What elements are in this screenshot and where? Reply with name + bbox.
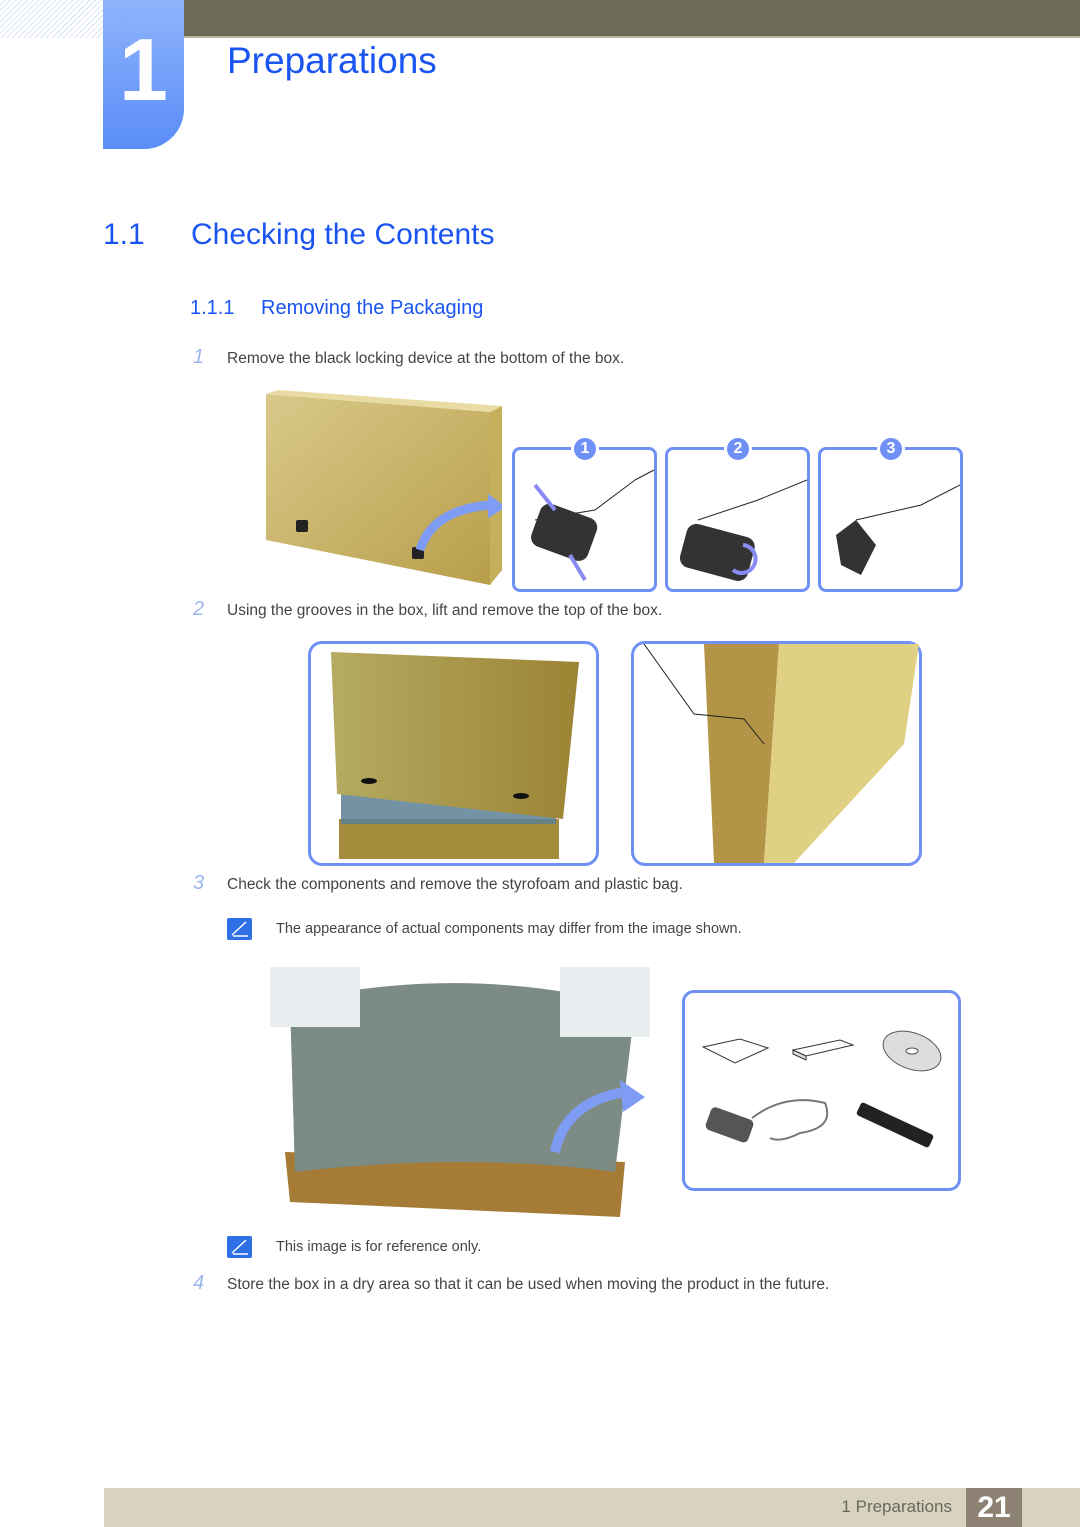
step-text: Using the grooves in the box, lift and r…: [227, 602, 663, 619]
remote-control-icon: [856, 1102, 934, 1148]
lift-box-side-panel: [631, 641, 922, 866]
chapter-title: Preparations: [227, 40, 437, 81]
step-badge-1: 1: [571, 435, 599, 463]
decorative-hatch: [0, 0, 103, 38]
step-2: 2 Using the grooves in the box, lift and …: [193, 598, 662, 621]
step-3: 3 Check the components and remove the sty…: [193, 872, 683, 895]
step-number: 2: [193, 598, 205, 620]
section-number: 1.1: [103, 218, 145, 251]
note-pencil-icon: [227, 1236, 252, 1258]
page-number: 21: [966, 1488, 1022, 1527]
step-1: 1 Remove the black locking device at the …: [193, 346, 624, 369]
step-number: 1: [193, 346, 205, 368]
components-panel: [682, 990, 961, 1191]
lift-box-front-panel: [308, 641, 599, 866]
step-text: Check the components and remove the styr…: [227, 876, 683, 893]
section-heading: 1.1 Checking the Contents: [103, 218, 495, 252]
note-text: This image is for reference only.: [276, 1238, 482, 1255]
note-pencil-icon: [227, 918, 252, 940]
step-number: 3: [193, 872, 205, 894]
subsection-number: 1.1.1: [190, 297, 235, 319]
step-text: Remove the black locking device at the b…: [227, 350, 625, 367]
step1-panel-3: [818, 447, 963, 592]
footer-bar: 1 Preparations: [104, 1488, 1080, 1527]
manual-icon: [701, 1038, 770, 1064]
step1-panel-2: [665, 447, 810, 592]
step-badge-3: 3: [877, 435, 905, 463]
step-number: 4: [193, 1272, 205, 1294]
note-text: The appearance of actual components may …: [276, 920, 742, 937]
subsection-title: Removing the Packaging: [261, 297, 484, 319]
subsection-heading: 1.1.1 Removing the Packaging: [190, 297, 483, 320]
cd-icon: [882, 1030, 942, 1072]
step-badge-2: 2: [724, 435, 752, 463]
note-1: The appearance of actual components may …: [227, 918, 742, 940]
power-adapter-icon: [705, 1099, 829, 1143]
monitor-in-packaging-illustration: [265, 962, 655, 1220]
section-title: Checking the Contents: [191, 218, 495, 251]
step-text: Store the box in a dry area so that it c…: [227, 1276, 830, 1293]
warranty-card-icon: [791, 1039, 855, 1061]
header-bar: [184, 0, 1080, 38]
chapter-number-tab: 1: [103, 0, 184, 149]
note-2: This image is for reference only.: [227, 1236, 481, 1258]
footer-chapter-label: 1 Preparations: [841, 1497, 952, 1516]
box-illustration: [262, 390, 506, 590]
step-4: 4 Store the box in a dry area so that it …: [193, 1272, 829, 1295]
step1-panel-1: [512, 447, 657, 592]
